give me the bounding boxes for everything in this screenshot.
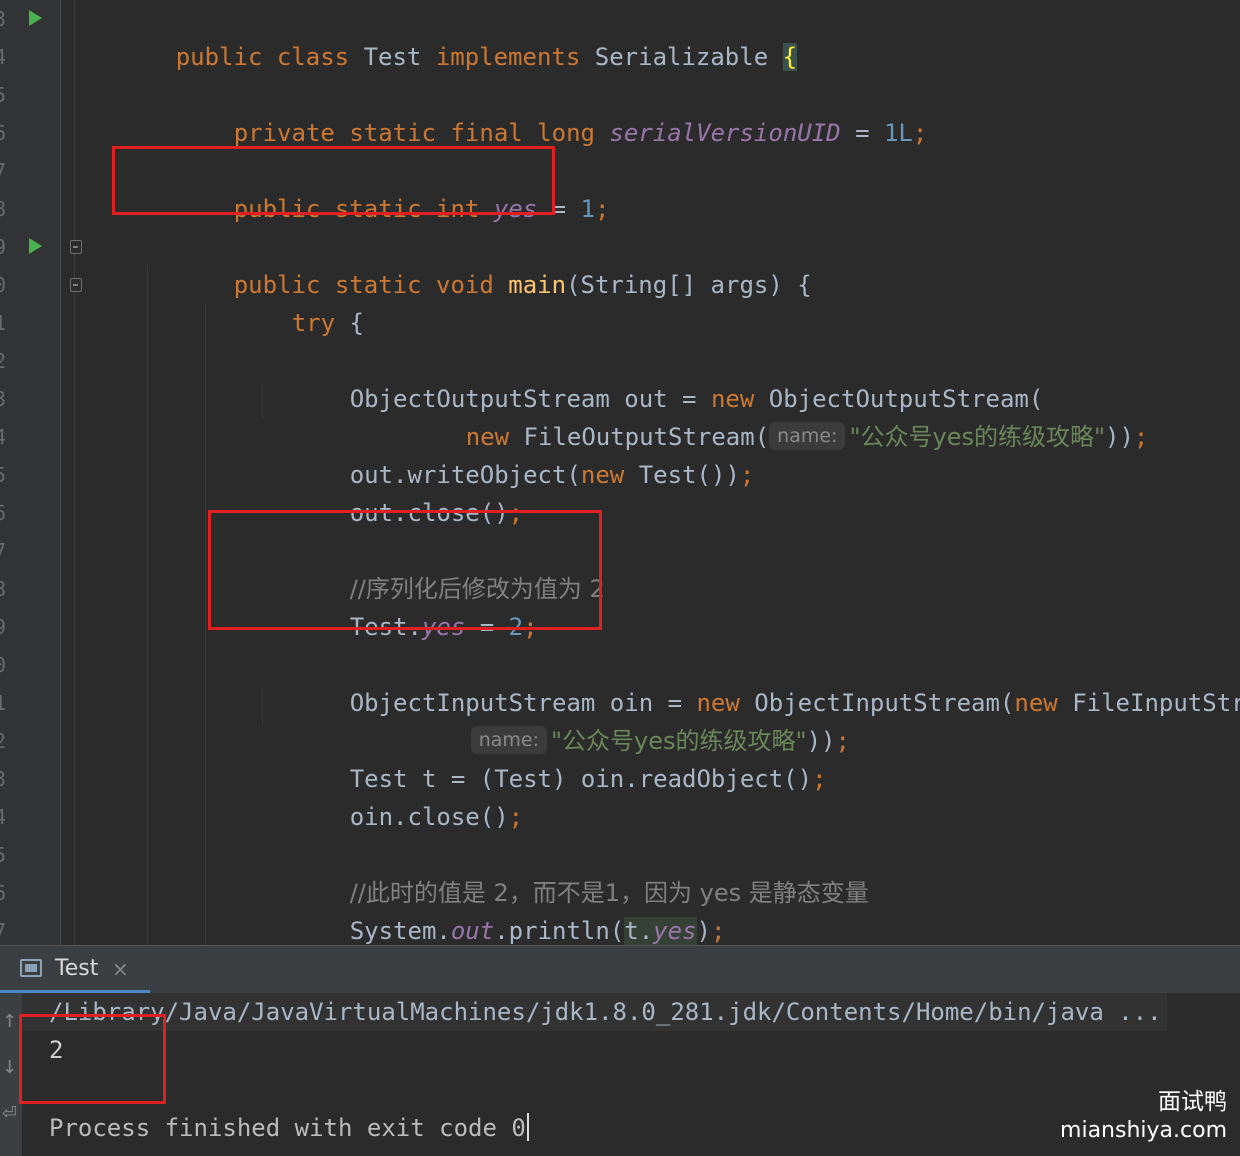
run-class-icon[interactable] (29, 10, 42, 26)
line-number: 2 (0, 349, 7, 373)
line-number: 7 (0, 159, 7, 183)
code-line-oos-2: new FileOutputStream(name: "公众号yes的练级攻略")… (465, 422, 1149, 451)
line-number: 4 (0, 425, 7, 449)
code-line-print: System.out.println(t.yes); (349, 917, 726, 945)
close-icon[interactable]: × (112, 954, 129, 984)
line-number: 2 (0, 729, 7, 753)
line-number: 4 (0, 805, 7, 829)
console-icon (20, 959, 42, 977)
indent-guide (147, 265, 148, 945)
code-line-close-oin: oin.close(); (349, 803, 524, 831)
line-number: 8 (0, 197, 7, 221)
param-hint: name: (769, 422, 846, 450)
code-line-close-out: out.close(); (349, 499, 524, 527)
code-line-comment-2: //此时的值是 2，而不是1，因为 yes 是静态变量 (349, 879, 869, 907)
gutter-divider (60, 0, 61, 945)
code-line-ois-2: name: "公众号yes的练级攻略")); (384, 684, 850, 755)
line-number: 3 (0, 7, 7, 31)
up-arrow-icon[interactable]: ↑ (2, 1013, 17, 1031)
watermark-title: 面试鸭 (1158, 1089, 1227, 1115)
code-line-main-decl: public static void main(String[] args) { (233, 271, 812, 299)
line-number: 0 (0, 273, 7, 297)
code-line-write: out.writeObject(new Test()); (349, 461, 755, 489)
line-number: 6 (0, 501, 7, 525)
tab-test[interactable]: Test × (0, 946, 150, 994)
line-number: 3 (0, 767, 7, 791)
ide-window: 3 4 5 6 7 8 9 0 1 2 3 4 5 6 7 8 9 0 1 2 … (0, 0, 1240, 1156)
code-line-serial-uid: private static final long serialVersionU… (233, 119, 928, 147)
highlight-assign-box (208, 510, 602, 630)
code-line-try: try { (291, 309, 364, 337)
line-number: 6 (0, 121, 7, 145)
line-number: 6 (0, 881, 7, 905)
console-exit-message: Process finished with exit code 0 (49, 1109, 529, 1147)
code-line-read: Test t = (Test) oin.readObject(); (349, 765, 827, 793)
indent-guide (205, 303, 206, 945)
line-number: 1 (0, 311, 7, 335)
text-caret (526, 1113, 529, 1141)
down-arrow-icon[interactable]: ↓ (2, 1059, 17, 1077)
line-number: 4 (0, 45, 7, 69)
code-line-class-decl: public class Test implements Serializabl… (175, 43, 798, 71)
line-number: 3 (0, 387, 7, 411)
code-line-oos-1: ObjectOutputStream out = new ObjectOutpu… (349, 385, 1044, 413)
fold-method-icon[interactable] (70, 240, 82, 254)
line-number: 8 (0, 577, 7, 601)
run-tab-bar: Test × (0, 945, 1240, 994)
line-number: 5 (0, 83, 7, 107)
line-number: 7 (0, 919, 7, 943)
line-number: 0 (0, 653, 7, 677)
line-number: 9 (0, 235, 7, 259)
fold-try-icon[interactable] (70, 278, 82, 292)
tab-label: Test (55, 956, 99, 981)
fold-guide (74, 0, 75, 945)
code-editor[interactable]: 3 4 5 6 7 8 9 0 1 2 3 4 5 6 7 8 9 0 1 2 … (0, 0, 1240, 945)
code-line-ois-1: ObjectInputStream oin = new ObjectInputS… (349, 689, 1240, 717)
watermark-url: mianshiya.com (1060, 1118, 1227, 1143)
console-command: /Library/Java/JavaVirtualMachines/jdk1.8… (49, 998, 1162, 1026)
line-number: 5 (0, 843, 7, 867)
line-number: 1 (0, 691, 7, 715)
highlight-yes-decl-box (112, 146, 555, 215)
line-number: 9 (0, 615, 7, 639)
line-number: 7 (0, 539, 7, 563)
run-main-icon[interactable] (29, 238, 42, 254)
line-number: 5 (0, 463, 7, 487)
soft-wrap-icon[interactable]: ⏎ (2, 1105, 17, 1123)
highlight-output-box (19, 1014, 166, 1104)
